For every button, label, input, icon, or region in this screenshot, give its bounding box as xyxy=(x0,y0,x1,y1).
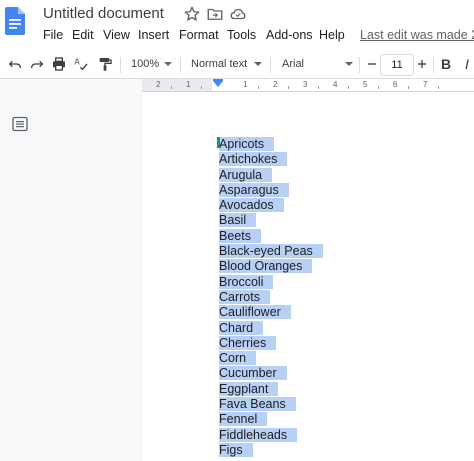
list-item: Fava Beans xyxy=(219,397,323,412)
redo-icon[interactable] xyxy=(29,56,45,72)
list-item: Carrots xyxy=(219,289,323,305)
ruler-number: 1 xyxy=(186,80,191,89)
undo-icon[interactable] xyxy=(7,56,23,72)
list-item: Basil xyxy=(219,213,323,228)
list-item: Asparagus xyxy=(219,182,323,198)
zoom-select[interactable]: 100% xyxy=(131,58,159,70)
ruler-tick xyxy=(438,86,439,89)
star-icon[interactable] xyxy=(183,5,201,23)
list-item: Apricots xyxy=(219,137,323,152)
ruler-number: 7 xyxy=(423,80,428,89)
ruler-number: 3 xyxy=(303,80,308,89)
list-item: Avocados xyxy=(219,198,323,213)
italic-button[interactable]: I xyxy=(465,56,469,72)
list-item: Cauliflower xyxy=(219,305,323,320)
ruler-tick xyxy=(258,86,259,89)
list-item: Fennel xyxy=(219,412,323,427)
move-to-folder-icon[interactable] xyxy=(206,5,224,23)
ruler-number: 4 xyxy=(333,80,338,89)
document-body[interactable]: Apricots Artichokes Arugula Asparagus Av… xyxy=(219,137,323,458)
menu-tools[interactable]: Tools xyxy=(227,28,256,42)
list-item: Eggplant xyxy=(219,381,323,397)
font-select[interactable]: Arial xyxy=(282,58,304,70)
list-item: Broccoli xyxy=(219,274,323,290)
menu-view[interactable]: View xyxy=(103,28,130,42)
ruler-tick xyxy=(348,86,349,89)
menu-insert[interactable]: Insert xyxy=(138,28,169,42)
ruler-tick xyxy=(201,86,202,89)
list-item: Corn xyxy=(219,351,323,366)
increase-font-size-icon[interactable] xyxy=(414,56,430,72)
zoom-caret-icon[interactable] xyxy=(164,62,172,66)
document-title[interactable]: Untitled document xyxy=(43,5,164,22)
last-edit-link[interactable]: Last edit was made 2 m xyxy=(360,28,474,42)
menu-help[interactable]: Help xyxy=(319,28,345,42)
document-outline-icon[interactable] xyxy=(12,116,28,132)
list-item: Artichokes xyxy=(219,152,323,167)
ruler-number: 2 xyxy=(273,80,278,89)
toolbar-separator xyxy=(433,57,434,73)
ruler-tick xyxy=(408,86,409,89)
ruler-tick xyxy=(378,86,379,89)
ruler-number: 2 xyxy=(156,80,161,89)
ruler-tick xyxy=(318,86,319,89)
toolbar-separator xyxy=(270,57,271,73)
style-caret-icon[interactable] xyxy=(254,62,262,66)
google-docs-icon[interactable] xyxy=(5,7,25,35)
list-item: Figs xyxy=(219,442,323,458)
font-caret-icon[interactable] xyxy=(345,62,353,66)
list-item: Blood Oranges xyxy=(219,259,323,274)
paint-format-icon[interactable] xyxy=(97,56,113,72)
ruler-tick xyxy=(288,86,289,89)
ruler-number: 5 xyxy=(363,80,368,89)
ruler-number: 6 xyxy=(393,80,398,89)
ruler-margin xyxy=(142,79,212,91)
text-cursor xyxy=(217,137,220,148)
list-item: Chard xyxy=(219,320,323,336)
app-header: Untitled document File Edit View Insert … xyxy=(0,0,474,48)
menu-file[interactable]: File xyxy=(43,28,63,42)
font-size-input[interactable]: 11 xyxy=(380,54,414,76)
list-item: Cherries xyxy=(219,335,323,351)
toolbar-separator xyxy=(180,57,181,73)
menu-format[interactable]: Format xyxy=(179,28,219,42)
menu-edit[interactable]: Edit xyxy=(72,28,94,42)
list-item: Cucumber xyxy=(219,366,323,381)
list-item: Arugula xyxy=(219,167,323,183)
spellcheck-icon[interactable]: A xyxy=(73,56,89,72)
ruler-tick xyxy=(171,86,172,89)
toolbar-separator xyxy=(120,57,121,73)
list-item: Beets xyxy=(219,228,323,244)
ruler-number: 1 xyxy=(243,80,248,89)
cloud-status-icon[interactable] xyxy=(229,5,247,23)
style-select[interactable]: Normal text xyxy=(191,58,247,70)
left-indent-marker[interactable] xyxy=(213,81,223,87)
decrease-font-size-icon[interactable] xyxy=(364,56,380,72)
menu-addons[interactable]: Add-ons xyxy=(266,28,313,42)
list-item: Fiddleheads xyxy=(219,427,323,443)
svg-text:A: A xyxy=(74,58,80,67)
print-icon[interactable] xyxy=(51,56,67,72)
list-item: Black-eyed Peas xyxy=(219,244,323,259)
bold-button[interactable]: B xyxy=(441,56,451,72)
toolbar-separator xyxy=(359,57,360,73)
